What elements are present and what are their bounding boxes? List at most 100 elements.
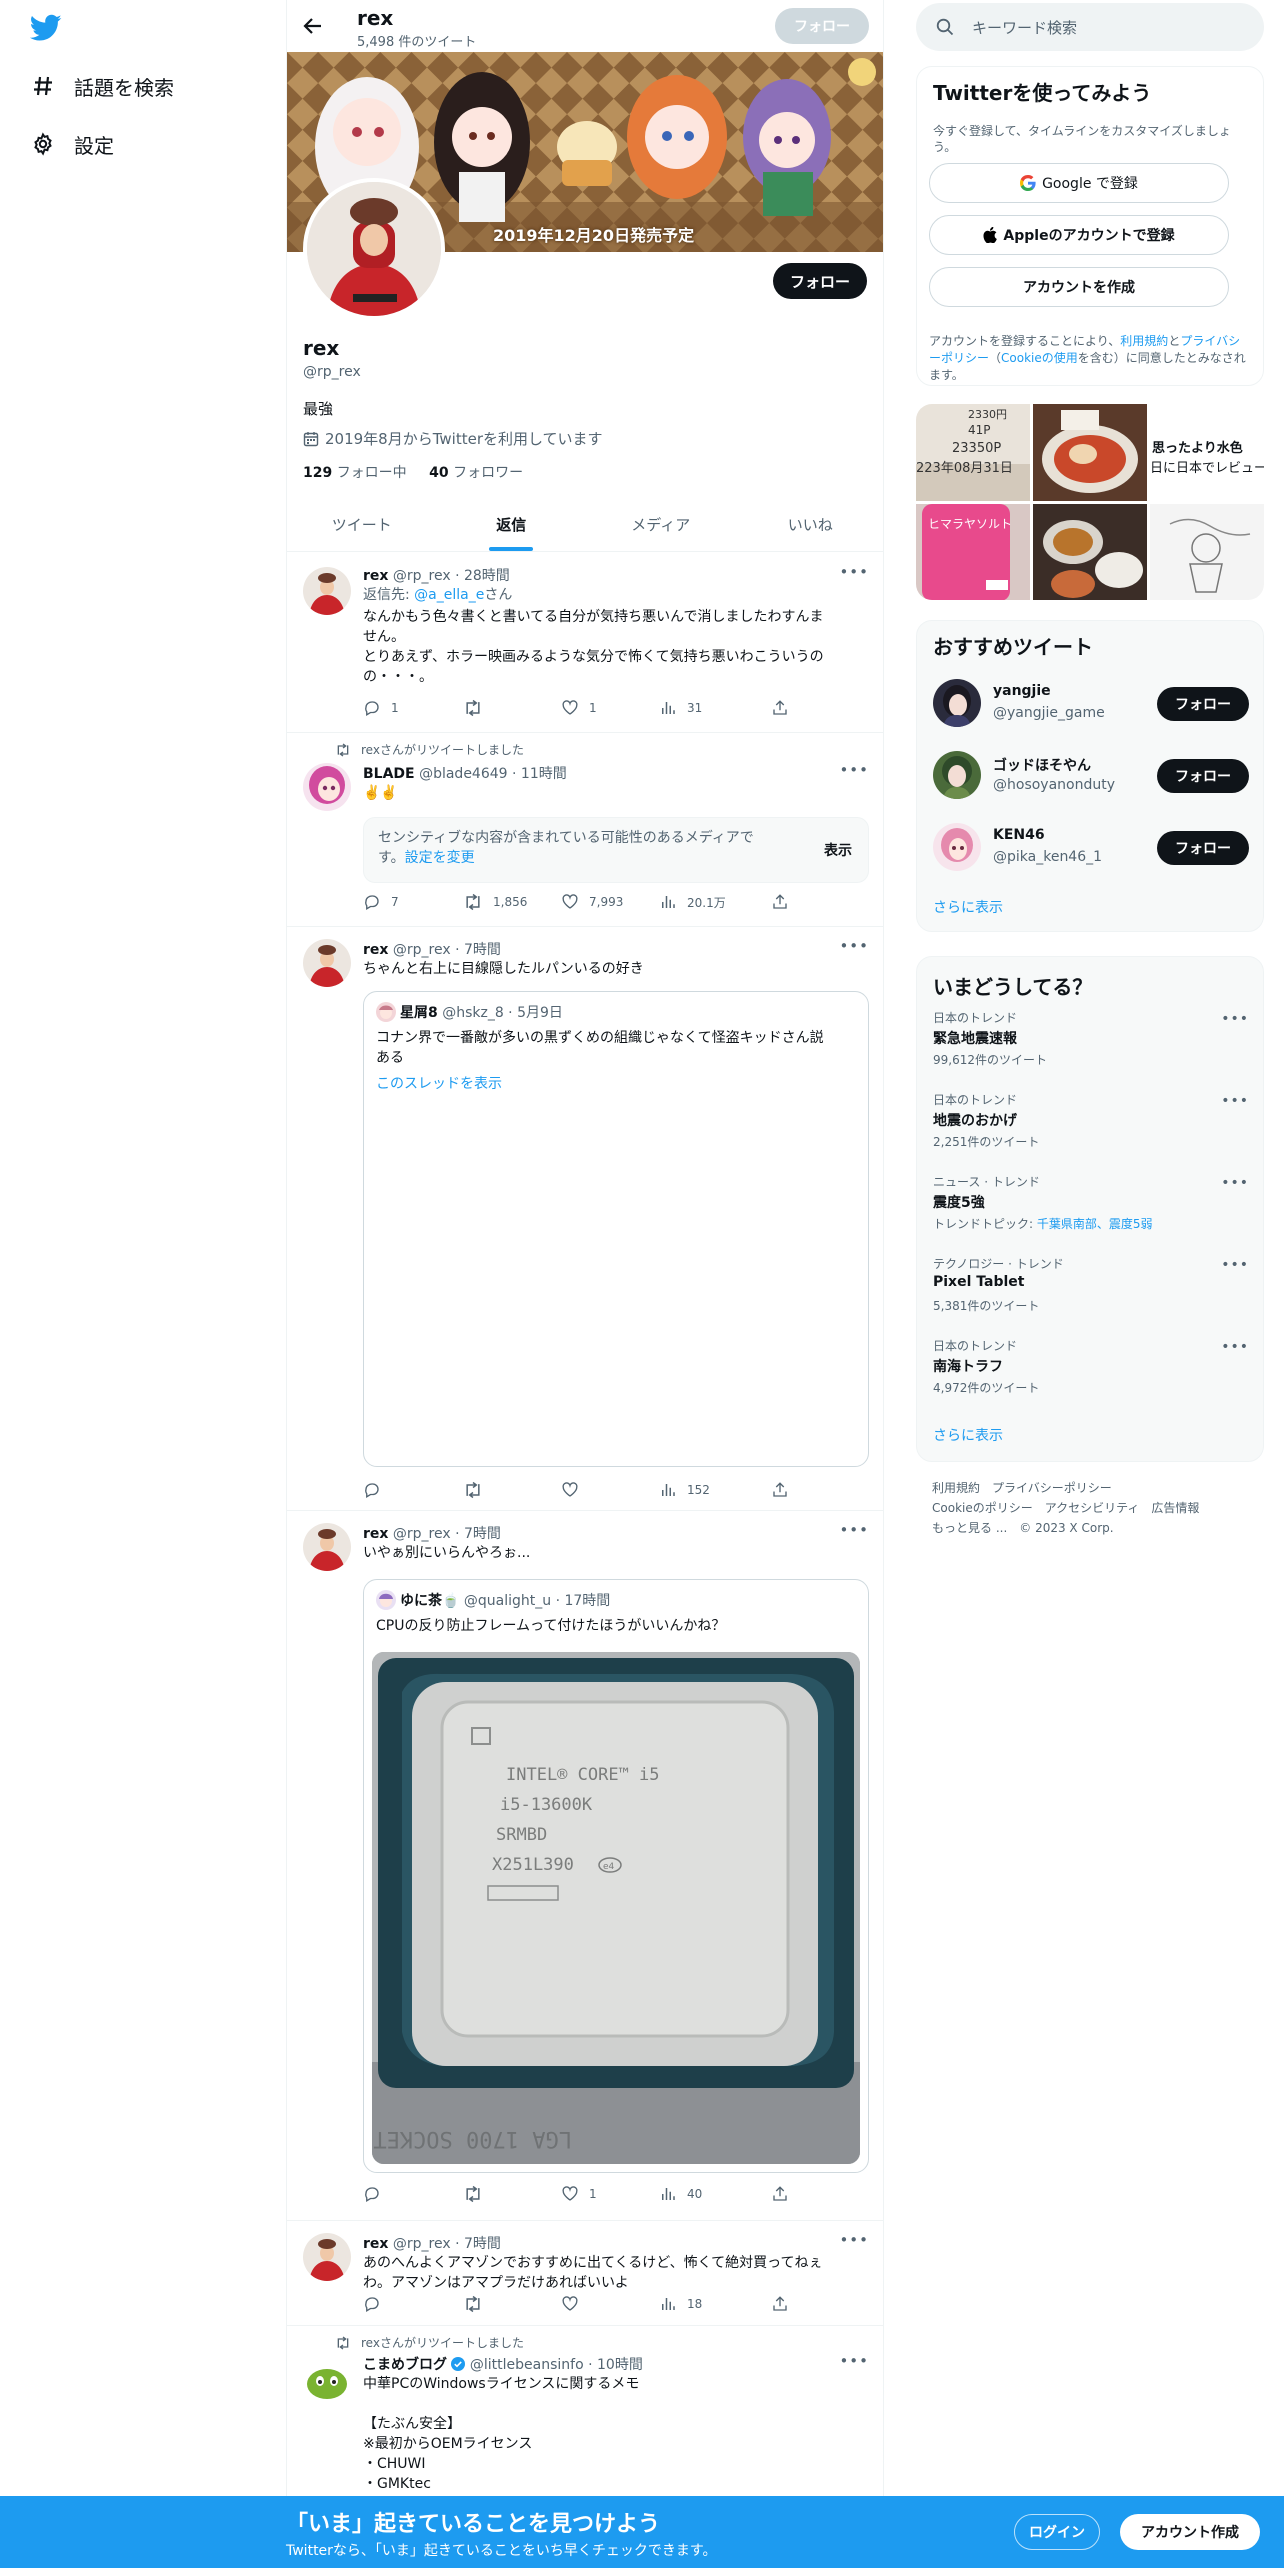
reply-to-link[interactable]: @a_ella_e [414,587,484,603]
more-icon[interactable]: ••• [1221,1011,1249,1027]
more-icon[interactable]: ••• [839,2231,869,2249]
like-button[interactable]: 1 [561,699,597,717]
tweet[interactable]: rexさんがリツイートしました こまめブログ @littlebeansinfo … [287,2326,883,2496]
follow-suggestion-button[interactable]: フォロー [1157,831,1249,865]
create-account-button[interactable]: アカウントを作成 [929,267,1229,307]
tab-replies[interactable]: 返信 [437,498,587,551]
more-icon[interactable]: ••• [839,761,869,779]
tweet[interactable]: rex @rp_rex · 7時間 ••• いやぁ別にいらんやろぉ... ゆに茶… [287,1511,883,2221]
retweet-button[interactable] [463,2295,493,2313]
more-icon[interactable]: ••• [839,563,869,581]
follow-suggestion[interactable]: KEN46 @pika_ken46_1 フォロー [917,811,1265,883]
follow-suggestion[interactable]: ゴッドほそやん @hosoyanonduty フォロー [917,739,1265,811]
tab-media[interactable]: メディア [586,498,736,551]
views-button[interactable]: 18 [659,2295,702,2313]
share-button[interactable] [771,893,789,911]
avatar[interactable] [303,939,351,987]
follow-suggestion[interactable]: yangjie @yangjie_game フォロー [917,667,1265,739]
tweet[interactable]: rex @rp_rex · 28時間 ••• 返信先: @a_ella_eさん … [287,553,883,733]
avatar[interactable] [303,2356,351,2404]
twitter-logo-icon[interactable] [30,14,62,42]
media-thumbnail[interactable]: 思ったより水色 日に日本でレビュー [1150,404,1264,501]
following-link[interactable]: 129 フォロー中 [303,465,407,481]
views-button[interactable]: 20.1万 [659,893,726,911]
tab-likes[interactable]: いいね [736,498,884,551]
quoted-tweet[interactable]: ゆに茶🍵 @qualight_u · 17時間 CPUの反り防止フレームって付け… [363,1579,869,2173]
media-thumbnail[interactable] [1033,504,1147,600]
trend-item[interactable]: 日本のトレンド 地震のおかげ 2,251件のツイート ••• [917,1091,1265,1173]
views-button[interactable]: 40 [659,2185,702,2203]
reply-button[interactable] [363,2295,391,2313]
like-button[interactable] [561,1481,589,1499]
trend-item[interactable]: ニュース · トレンド 震度5強 トレンドトピック: 千葉県南部、震度5弱 ••… [917,1173,1265,1255]
tweet-author-handle[interactable]: @blade4649 · 11時間 [419,766,567,782]
share-button[interactable] [771,1481,789,1499]
tweet-author-name[interactable]: こまめブログ [363,2357,447,2373]
tweet-author-name[interactable]: rex [363,1526,388,1542]
like-button[interactable]: 7,993 [561,893,623,911]
retweet-button[interactable]: 1,856 [463,893,527,911]
tweet-author-handle[interactable]: @rp_rex · 7時間 [393,1526,501,1542]
share-button[interactable] [771,699,789,717]
footer-terms-link[interactable]: 利用規約 [932,1481,980,1495]
footer-accessibility-link[interactable]: アクセシビリティ [1045,1501,1140,1515]
quote-media-image[interactable]: INTEL® CORE™ i5 i5-13600K SRMBD X251L390… [372,1652,860,2164]
views-button[interactable]: 31 [659,699,702,717]
show-thread-link[interactable]: このスレッドを表示 [376,1074,856,1094]
terms-link[interactable]: 利用規約 [1120,334,1168,348]
more-icon[interactable]: ••• [1221,1175,1249,1191]
more-icon[interactable]: ••• [1221,1093,1249,1109]
show-media-button[interactable]: 表示 [824,840,852,860]
avatar[interactable] [303,1523,351,1571]
media-thumbnail[interactable] [1033,404,1147,501]
header-follow-button[interactable]: フォロー [775,8,869,44]
media-thumbnail[interactable]: 2330円 41P 23350P 223年08月31日 [916,404,1030,501]
cookie-link[interactable]: Cookieの使用 [1001,351,1078,365]
tweet-author-handle[interactable]: @rp_rex · 28時間 [393,568,510,584]
trend-topic-links[interactable]: 千葉県南部、震度5弱 [1037,1217,1153,1231]
search-input[interactable]: キーワード検索 [916,3,1264,51]
retweeted-by-label[interactable]: rexさんがリツイートしました [361,741,524,758]
retweeted-by-label[interactable]: rexさんがリツイートしました [361,2334,524,2351]
share-button[interactable] [771,2295,789,2313]
show-more-link[interactable]: さらに表示 [933,1425,1003,1445]
follow-suggestion-button[interactable]: フォロー [1157,759,1249,793]
tweet[interactable]: rexさんがリツイートしました BLADE @blade4649 · 11時間 … [287,733,883,927]
tweet[interactable]: rex @rp_rex · 7時間 ••• ちゃんと右上に目線隠したルパンいるの… [287,927,883,1511]
trend-item[interactable]: テクノロジー · トレンド Pixel Tablet 5,381件のツイート •… [917,1255,1265,1337]
footer-cookie-link[interactable]: Cookieのポリシー [932,1501,1033,1515]
avatar[interactable] [303,763,351,811]
more-icon[interactable]: ••• [839,2352,869,2370]
reply-button[interactable] [363,1481,391,1499]
apple-signup-button[interactable]: Appleのアカウントで登録 [929,215,1229,255]
trend-item[interactable]: 日本のトレンド 緊急地震速報 99,612件のツイート ••• [917,1009,1265,1091]
profile-avatar[interactable] [303,178,445,320]
avatar[interactable] [933,823,981,871]
avatar[interactable] [303,567,351,615]
tweet[interactable]: rex @rp_rex · 7時間 ••• あのへんよくアマゾンでおすすめに出て… [287,2221,883,2326]
like-button[interactable]: 1 [561,2185,597,2203]
tab-tweets[interactable]: ツイート [287,498,437,551]
more-icon[interactable]: ••• [1221,1339,1249,1355]
avatar[interactable] [933,751,981,799]
followers-link[interactable]: 40 フォロワー [429,465,523,481]
tweet-author-handle[interactable]: @rp_rex · 7時間 [393,2236,501,2252]
more-icon[interactable]: ••• [839,937,869,955]
like-button[interactable] [561,2295,589,2313]
signup-button[interactable]: アカウント作成 [1120,2514,1260,2550]
nav-explore[interactable]: 話題を検索 [28,64,174,108]
follow-suggestion-button[interactable]: フォロー [1157,687,1249,721]
share-button[interactable] [771,2185,789,2203]
tweet-author-handle[interactable]: @rp_rex · 7時間 [393,942,501,958]
show-more-link[interactable]: さらに表示 [933,897,1003,917]
tweet-author-name[interactable]: rex [363,2236,388,2252]
tweet-author-name[interactable]: BLADE [363,766,415,782]
back-arrow-icon[interactable] [301,14,325,38]
retweet-button[interactable] [463,699,493,717]
footer-privacy-link[interactable]: プライバシーポリシー [992,1481,1112,1495]
footer-ads-link[interactable]: 広告情報 [1151,1501,1199,1515]
media-thumbnail[interactable]: ヒマラヤソルト [916,504,1030,600]
change-settings-link[interactable]: 設定を変更 [405,850,475,866]
retweet-button[interactable] [463,1481,493,1499]
follow-button[interactable]: フォロー [773,263,867,299]
